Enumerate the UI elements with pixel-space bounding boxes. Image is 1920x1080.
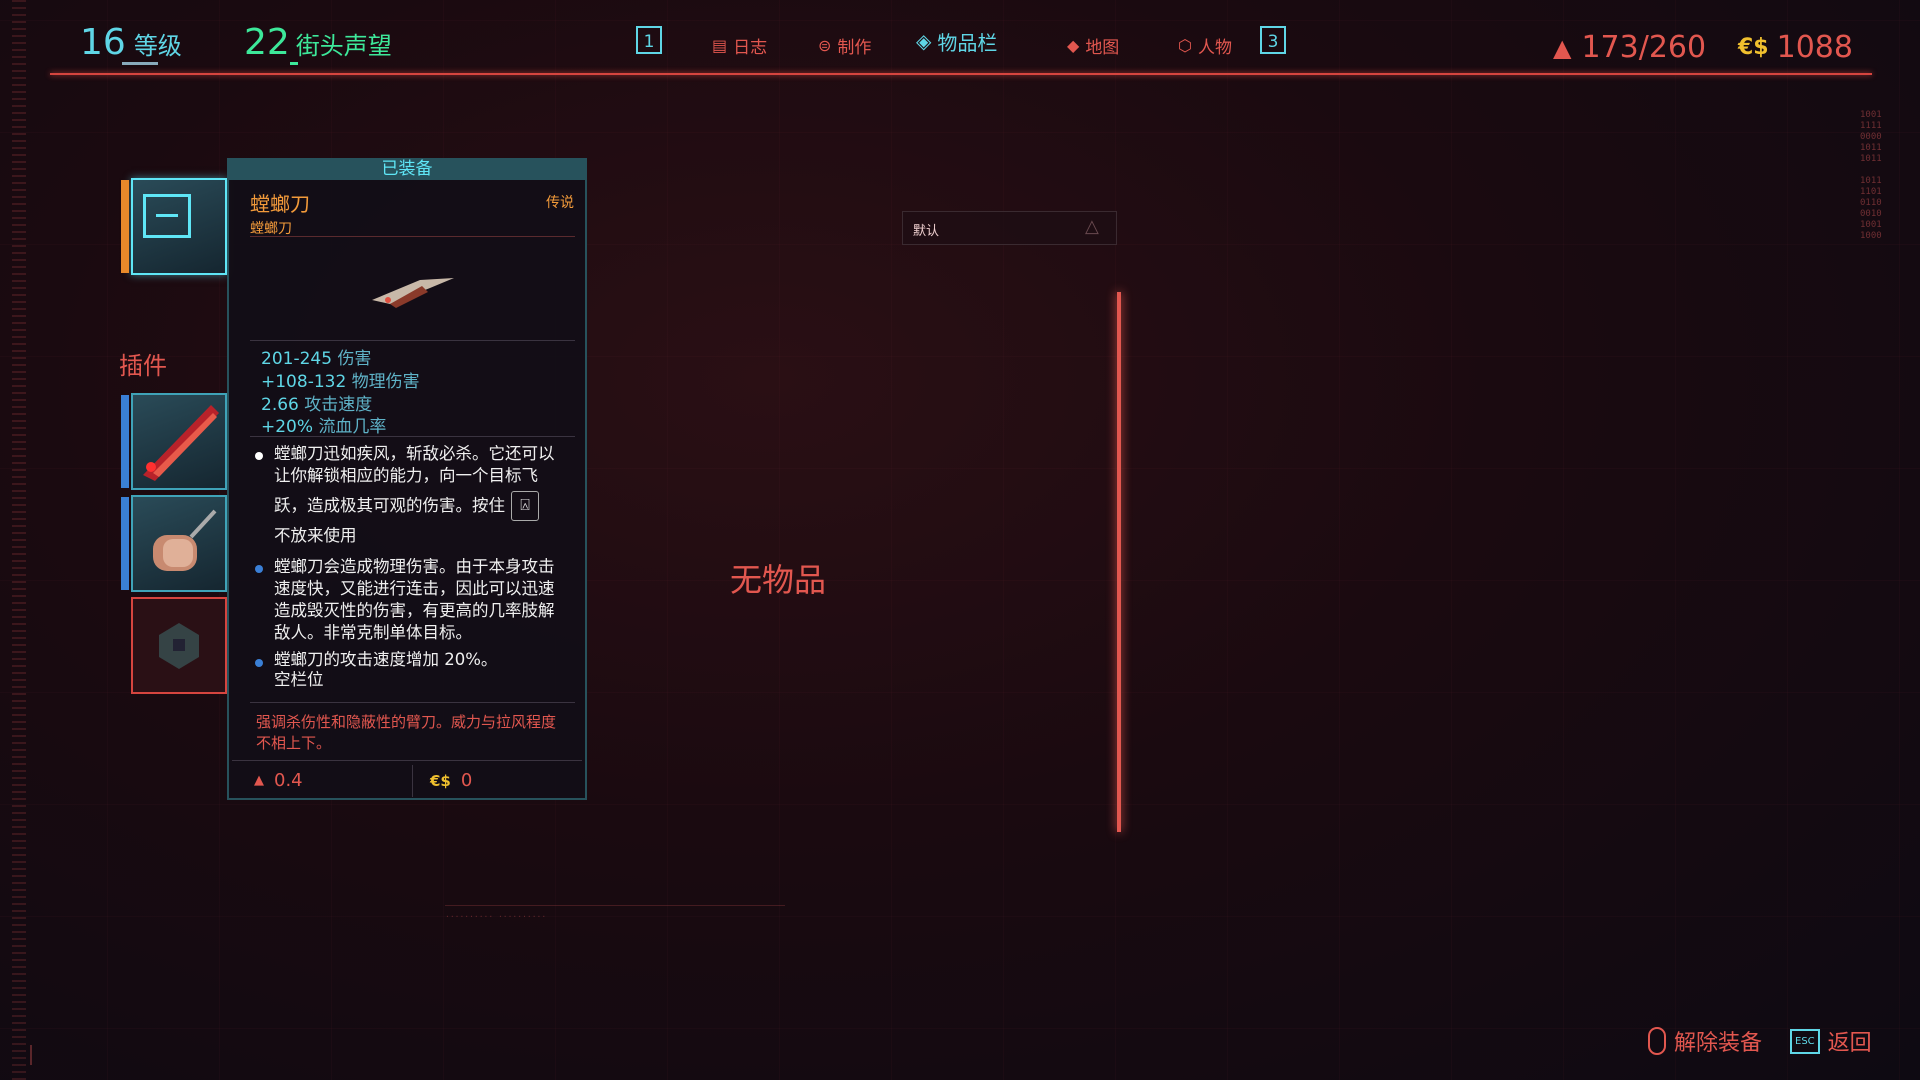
bullet-blue (255, 659, 263, 667)
eurodollar-icon: €$ (430, 771, 451, 790)
title-divider (250, 236, 575, 237)
stat-damage: 201-245 伤害 (261, 349, 372, 369)
level-label: 等级 (133, 32, 182, 60)
tab-inventory[interactable]: ◈ 物品栏 (916, 24, 997, 58)
level-progress-bar (122, 62, 158, 65)
stat-bleed-chance: +20% 流血几率 (261, 417, 387, 437)
level-value: 16 (80, 22, 126, 63)
mod-blade-icon (143, 405, 219, 481)
bullet-white (255, 452, 263, 460)
stats-divider (250, 436, 575, 437)
mod-description: 螳螂刀的攻击速度增加 20%。 空栏位 (274, 650, 498, 689)
prev-tab-key[interactable]: 1 (636, 26, 662, 54)
list-scrollbar[interactable] (1117, 292, 1121, 832)
mod-slot-empty[interactable] (131, 597, 227, 694)
blade-icon (143, 194, 191, 238)
ability-description: 螳螂刀迅如疾风，斩敌必杀。它还可以 让你解锁相应的能力，向一个目标飞 跃，造成极… (274, 444, 555, 545)
street-cred-value: 22 (244, 22, 290, 63)
bullet-blue (255, 565, 263, 573)
crafting-icon: ⊜ (818, 35, 832, 55)
mod-slot-1[interactable] (121, 393, 227, 490)
flavor-text: 强调杀伤性和隐蔽性的臂刀。威力与拉风程度 不相上下。 (256, 713, 557, 752)
damage-description: 螳螂刀会造成物理伤害。由于本身攻击 速度快，又能进行连击，因此可以迅速 造成毁灭… (274, 557, 555, 642)
eurodollar-icon: €$ (1738, 35, 1769, 60)
unequip-button[interactable]: 解除装备 (1648, 1025, 1762, 1057)
footer-divider (232, 760, 582, 761)
street-cred-label: 街头声望 (295, 32, 392, 60)
back-button[interactable]: ESC 返回 (1790, 1025, 1872, 1057)
slot-rarity-bar (121, 180, 129, 273)
money-display: €$ 1088 (1738, 30, 1853, 65)
bottom-decoration-text: ·········· ·········· (445, 912, 547, 921)
esc-key-icon: ESC (1790, 1028, 1820, 1054)
sort-triangle-icon: △ (1085, 216, 1099, 237)
slot-rarity-bar (121, 497, 129, 590)
tab-map[interactable]: ◆ 地图 (1067, 28, 1119, 62)
weapon-slot-mantis-blades[interactable] (121, 178, 227, 275)
bottom-decoration-line (445, 905, 785, 906)
tab-journal[interactable]: ▤ 日志 (712, 28, 767, 62)
mods-label: 插件 (119, 352, 167, 380)
weight-icon: ▲ (1553, 33, 1572, 62)
item-weight: ▲ 0.4 (254, 770, 303, 791)
rarity-label: 传说 (546, 195, 574, 211)
money-value: 1088 (1776, 30, 1853, 65)
street-cred-progress-bar (290, 62, 298, 65)
weight-icon: ▲ (254, 773, 264, 788)
character-icon: ⬡ (1178, 35, 1192, 55)
mod-slot-2[interactable] (121, 495, 227, 592)
sort-label: 默认 (913, 224, 940, 239)
inventory-icon: ◈ (916, 29, 932, 53)
mantis-blade-image (372, 278, 454, 308)
journal-icon: ▤ (712, 35, 728, 55)
image-divider (250, 340, 575, 341)
carry-weight-value: 173/260 (1581, 30, 1707, 65)
bottom-left-decoration (30, 1045, 302, 1065)
next-tab-key[interactable]: 3 (1260, 26, 1286, 54)
slot-rarity-bar (121, 395, 129, 488)
mouse-hold-icon: ⍓ (511, 491, 539, 521)
item-price: €$ 0 (430, 770, 473, 791)
equipped-header: 已装备 (227, 158, 587, 180)
empty-list-message: 无物品 (730, 561, 827, 599)
sort-dropdown[interactable]: 默认 △ (902, 211, 1117, 245)
empty-mod-chip-icon (159, 623, 199, 669)
mouse-icon (1648, 1027, 1666, 1055)
stat-physical-damage: +108-132 物理伤害 (261, 372, 420, 392)
item-type: 螳螂刀 (250, 221, 292, 237)
left-edge-decoration (12, 0, 26, 1080)
tab-crafting[interactable]: ⊜ 制作 (818, 28, 871, 62)
street-cred-display: 22 街头声望 (244, 22, 392, 63)
item-name: 螳螂刀 (250, 192, 310, 216)
map-icon: ◆ (1067, 35, 1080, 55)
desc-divider (250, 702, 575, 703)
carry-weight: ▲ 173/260 (1553, 30, 1706, 65)
tab-character[interactable]: ⬡ 人物 (1178, 28, 1232, 62)
level-display: 16 等级 (80, 22, 182, 63)
footer-separator (412, 765, 413, 797)
right-edge-decoration: 1001 1111 0000 1011 1011 1011 1101 0110 0010 1001… (1860, 110, 1882, 241)
header-divider (50, 73, 1872, 75)
mod-canister-icon (153, 509, 217, 571)
